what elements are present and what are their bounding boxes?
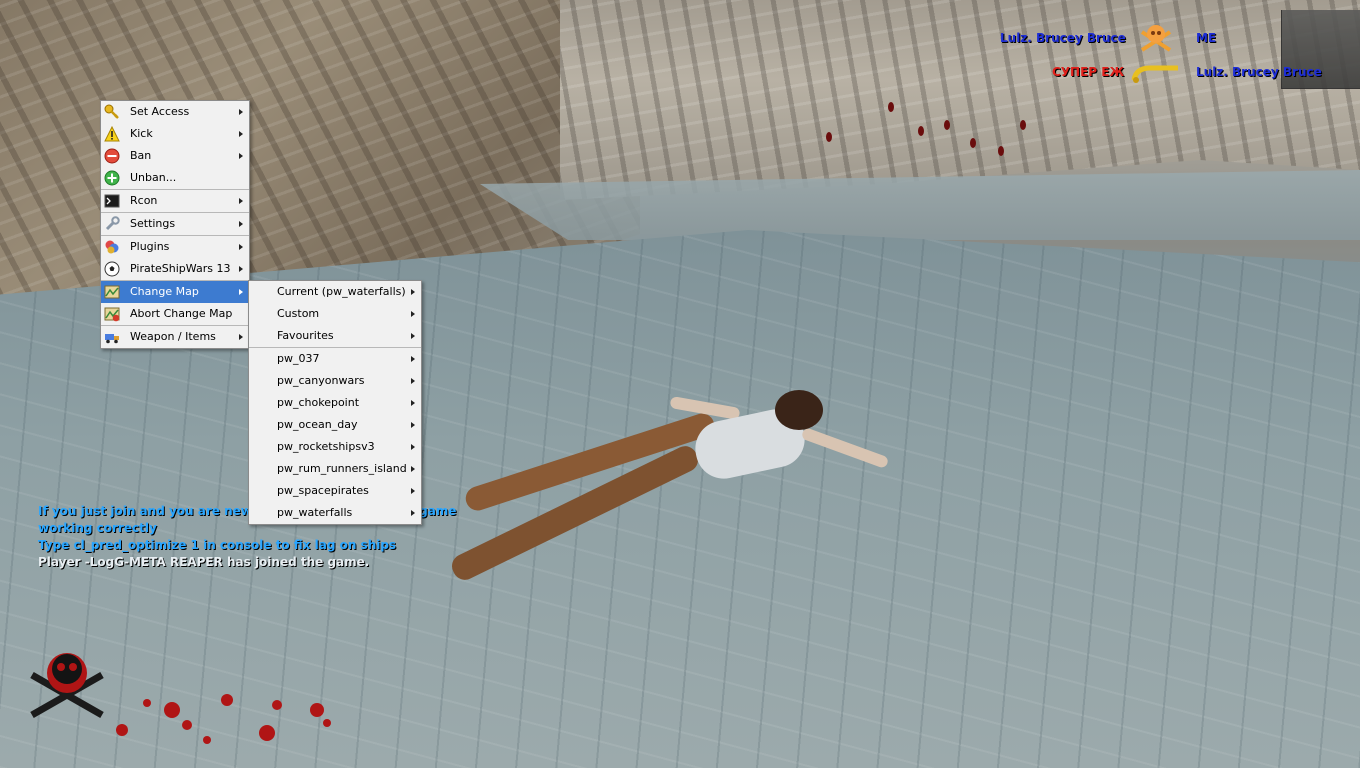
chat-line: Player -LogG-META REAPER has joined the … [38, 555, 370, 569]
menu-item-label: Abort Change Map [130, 307, 233, 320]
chevron-right-icon [238, 123, 244, 145]
admin-context-menu: Set Access Kick Ban Unban... Rcon Settin… [100, 100, 250, 349]
submenu-item-map[interactable]: pw_spacepirates [249, 480, 421, 502]
plugin-icon [105, 240, 119, 254]
chevron-right-icon [238, 326, 244, 348]
submenu-item-map[interactable]: pw_chokepoint [249, 392, 421, 414]
submenu-item-current-map[interactable]: Current (pw_waterfalls) [249, 281, 421, 303]
submenu-item-map[interactable]: pw_037 [249, 348, 421, 370]
chat-line: Type cl_pred_optimize 1 in console to fi… [38, 538, 397, 552]
menu-item-label: Set Access [130, 105, 190, 118]
chevron-right-icon [410, 281, 416, 303]
submenu-item-map[interactable]: pw_waterfalls [249, 502, 421, 524]
submenu-item-label: Favourites [277, 329, 334, 342]
menu-item-unban[interactable]: Unban... [101, 167, 249, 189]
skull-spray-decal [30, 653, 331, 744]
menu-item-settings[interactable]: Settings [101, 213, 249, 235]
chevron-right-icon [410, 370, 416, 392]
submenu-item-label: pw_chokepoint [277, 396, 360, 409]
menu-item-weapon-items[interactable]: Weapon / Items [101, 326, 249, 348]
map-icon [104, 285, 120, 299]
killfeed-attacker: Lulz. Brucey Bruce [1000, 31, 1126, 45]
chevron-right-icon [238, 101, 244, 123]
submenu-item-map[interactable]: pw_canyonwars [249, 370, 421, 392]
change-map-submenu: Current (pw_waterfalls) Custom Favourite… [248, 280, 422, 525]
menu-item-label: Unban... [130, 171, 177, 184]
submenu-item-map[interactable]: pw_rocketshipsv3 [249, 436, 421, 458]
warning-icon [104, 126, 120, 142]
submenu-item-favourites[interactable]: Favourites [249, 325, 421, 347]
menu-item-label: Settings [130, 217, 176, 230]
submenu-item-label: pw_rum_runners_island [277, 462, 407, 475]
truck-icon [105, 334, 119, 344]
add-icon [104, 170, 120, 186]
blood-splatter [944, 120, 950, 130]
chevron-right-icon [238, 213, 244, 235]
chevron-right-icon [410, 502, 416, 524]
key-icon [104, 104, 119, 119]
chevron-right-icon [410, 303, 416, 325]
chevron-right-icon [410, 348, 416, 370]
chevron-right-icon [410, 436, 416, 458]
chevron-right-icon [238, 190, 244, 212]
menu-item-label: PirateShipWars 13 [130, 262, 231, 275]
submenu-item-label: pw_waterfalls [277, 506, 353, 519]
menu-item-change-map[interactable]: Change Map [101, 281, 249, 303]
killfeed-attacker: СУПЕР ЕЖ [1052, 65, 1125, 79]
blood-splatter [826, 132, 832, 142]
submenu-item-label: pw_canyonwars [277, 374, 365, 387]
chevron-right-icon [410, 480, 416, 502]
menu-item-abort-change-map[interactable]: Abort Change Map [101, 303, 249, 325]
submenu-item-label: pw_ocean_day [277, 418, 358, 431]
blood-splatter [970, 138, 976, 148]
console-icon [104, 194, 120, 208]
wrench-icon [105, 216, 120, 231]
killfeed-victim: ME [1196, 31, 1217, 45]
menu-item-ban[interactable]: Ban [101, 145, 249, 167]
chevron-right-icon [410, 325, 416, 347]
submenu-item-map[interactable]: pw_ocean_day [249, 414, 421, 436]
menu-item-gamemode[interactable]: PirateShipWars 13 [101, 258, 249, 280]
blood-splatter [1020, 120, 1026, 130]
chevron-right-icon [238, 258, 244, 280]
chevron-right-icon [238, 145, 244, 167]
menu-item-label: Weapon / Items [130, 330, 216, 343]
skull-crossbones-icon [1140, 25, 1172, 52]
blood-splatter [998, 146, 1004, 156]
menu-item-kick[interactable]: Kick [101, 123, 249, 145]
golden-sword-icon [1131, 65, 1178, 83]
chevron-right-icon [238, 236, 244, 258]
submenu-item-custom[interactable]: Custom [249, 303, 421, 325]
submenu-item-label: pw_rocketshipsv3 [277, 440, 375, 453]
ban-icon [104, 148, 120, 164]
map-abort-icon [104, 307, 120, 322]
chevron-right-icon [410, 414, 416, 436]
player-character [440, 380, 900, 600]
chevron-right-icon [410, 458, 416, 480]
chevron-right-icon [410, 392, 416, 414]
blood-splatter [918, 126, 924, 136]
rock-wall-right [560, 0, 1360, 200]
menu-item-label: Plugins [130, 240, 170, 253]
menu-item-label: Ban [130, 149, 152, 162]
menu-item-plugins[interactable]: Plugins [101, 236, 249, 258]
chevron-right-icon [238, 281, 244, 303]
submenu-item-label: Custom [277, 307, 320, 320]
menu-item-rcon[interactable]: Rcon [101, 190, 249, 212]
submenu-item-map[interactable]: pw_rum_runners_island [249, 458, 421, 480]
killfeed-victim: Lulz. Brucey Bruce [1196, 65, 1322, 79]
ball-icon [104, 261, 120, 277]
submenu-item-label: Current (pw_waterfalls) [277, 285, 406, 298]
menu-item-label: Rcon [130, 194, 158, 207]
submenu-item-label: pw_spacepirates [277, 484, 369, 497]
menu-item-label: Kick [130, 127, 153, 140]
menu-item-set-access[interactable]: Set Access [101, 101, 249, 123]
blood-splatter [888, 102, 894, 112]
submenu-item-label: pw_037 [277, 352, 320, 365]
menu-item-label: Change Map [130, 285, 199, 298]
